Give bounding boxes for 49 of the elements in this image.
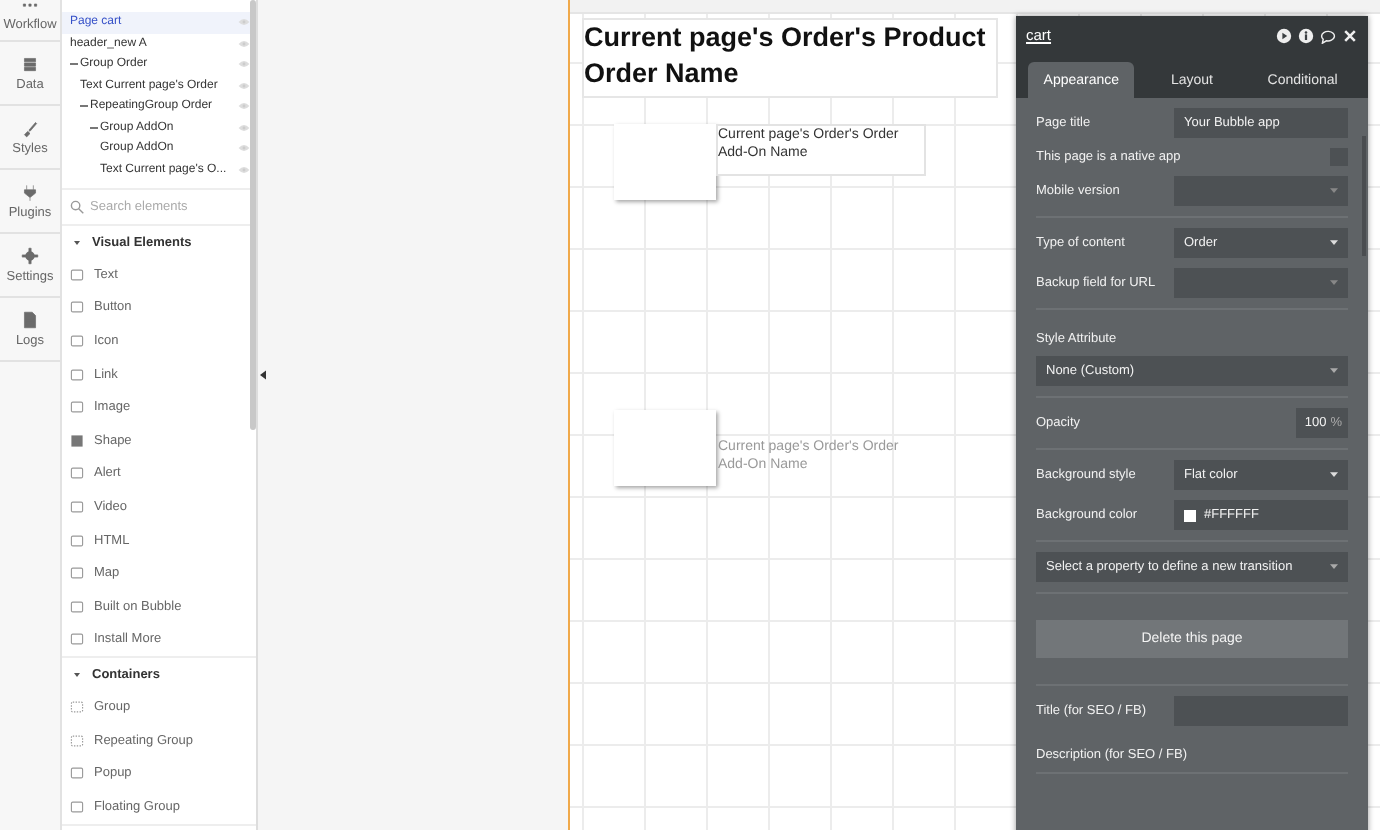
search-icon — [70, 200, 84, 214]
scrollbar[interactable] — [1362, 136, 1366, 256]
element-icon — [70, 632, 84, 647]
caret-icon — [74, 239, 80, 245]
element-icon — [70, 300, 84, 315]
element-icon — [70, 333, 84, 348]
nav-icon — [20, 118, 40, 138]
eye-icon[interactable] — [238, 18, 250, 27]
caret-icon — [74, 671, 80, 678]
element-icon — [70, 566, 84, 581]
eye-icon[interactable] — [238, 144, 250, 153]
element-icon — [70, 433, 84, 448]
eye-icon[interactable] — [238, 102, 250, 111]
caret-icon — [1330, 280, 1338, 286]
scrollbar[interactable] — [250, 0, 256, 430]
eye-icon[interactable] — [238, 123, 250, 132]
element-icon — [70, 466, 84, 481]
caret-icon — [1330, 188, 1338, 194]
element-icon — [70, 267, 84, 282]
header-text: Current page's Order's Product Order Name — [582, 18, 998, 98]
element-icon — [70, 733, 84, 748]
eye-icon[interactable] — [238, 81, 250, 90]
caret-icon — [1330, 564, 1338, 570]
eye-icon[interactable] — [238, 39, 250, 48]
element-icon — [70, 766, 84, 781]
info-icon[interactable] — [1298, 27, 1314, 43]
caret-icon — [1330, 240, 1338, 246]
element-icon — [70, 499, 84, 514]
eye-icon[interactable] — [238, 60, 250, 69]
nav-icon — [20, 310, 40, 330]
nav-icon — [20, 246, 40, 266]
eye-icon[interactable] — [238, 165, 250, 174]
caret-icon — [1330, 368, 1338, 374]
caret-icon — [1330, 472, 1338, 478]
play-icon[interactable] — [1276, 27, 1292, 43]
group-box — [614, 124, 716, 200]
element-icon — [70, 533, 84, 548]
dropdown[interactable] — [1174, 176, 1348, 206]
element-icon — [70, 400, 84, 415]
dropdown[interactable] — [1174, 268, 1348, 298]
group-box — [614, 410, 716, 486]
comment-icon[interactable] — [1320, 27, 1336, 43]
element-icon — [70, 699, 84, 714]
element-icon — [70, 367, 84, 382]
element-icon — [70, 599, 84, 614]
nav-icon — [20, 54, 40, 74]
element-icon — [70, 799, 84, 814]
close-icon[interactable] — [1342, 27, 1358, 43]
nav-icon — [20, 182, 40, 202]
